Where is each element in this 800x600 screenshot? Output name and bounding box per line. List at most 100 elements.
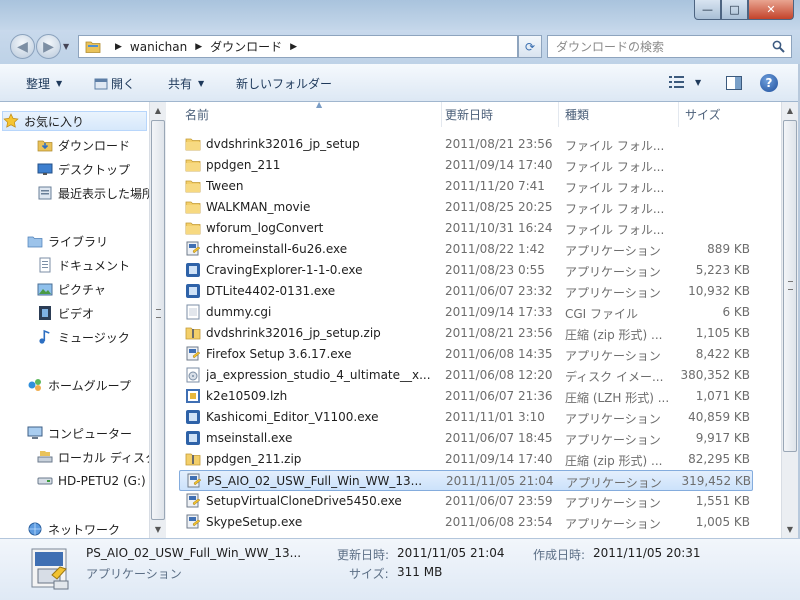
nav-desktop[interactable]: デスクトップ bbox=[37, 159, 130, 179]
file-row[interactable]: PS_AIO_02_USW_Full_Win_WW_13... 2011/11/0… bbox=[179, 470, 753, 491]
homegroup-icon bbox=[27, 377, 43, 393]
file-row[interactable]: CravingExplorer-1-1-0.exe 2011/08/23 0:55… bbox=[179, 260, 753, 281]
file-type: アプリケーション bbox=[565, 265, 661, 279]
file-row[interactable]: ppdgen_211 2011/09/14 17:40 ファイル フォル... bbox=[179, 155, 753, 176]
recent-pages-dropdown[interactable]: ▼ bbox=[63, 42, 69, 51]
file-list-scrollbar[interactable]: ▲ ▼ bbox=[781, 102, 798, 538]
scroll-down-arrow-icon[interactable]: ▼ bbox=[150, 521, 166, 538]
file-type: 圧縮 (LZH 形式) ... bbox=[565, 391, 670, 405]
nav-pictures[interactable]: ピクチャ bbox=[37, 279, 106, 299]
scroll-thumb[interactable] bbox=[783, 120, 797, 452]
file-row[interactable]: dvdshrink32016_jp_setup.zip 2011/08/21 23… bbox=[179, 323, 753, 344]
file-row[interactable]: SkypeSetup.exe 2011/06/08 23:54 アプリケーション 1,… bbox=[179, 512, 753, 533]
file-row[interactable]: ppdgen_211.zip 2011/09/14 17:40 圧縮 (zip 形式… bbox=[179, 449, 753, 470]
file-row[interactable]: k2e10509.lzh 2011/06/07 21:36 圧縮 (LZH 形式) … bbox=[179, 386, 753, 407]
file-size: 10,932 KB bbox=[688, 284, 750, 298]
nav-favorites[interactable]: お気に入り bbox=[2, 111, 147, 131]
file-date: 2011/06/07 18:45 bbox=[445, 431, 553, 445]
file-row[interactable]: SetupVirtualCloneDrive5450.exe 2011/06/07… bbox=[179, 491, 753, 512]
file-name: Kashicomi_Editor_V1100.exe bbox=[206, 410, 379, 424]
address-bar[interactable]: ▶ wanichan ▶ ダウンロード ▶ bbox=[78, 35, 518, 58]
minimize-button[interactable]: — bbox=[694, 0, 721, 20]
refresh-button[interactable]: ⟳ bbox=[518, 35, 542, 58]
network-icon bbox=[27, 521, 43, 537]
file-row[interactable]: Tween 2011/11/20 7:41 ファイル フォル... bbox=[179, 176, 753, 197]
breadcrumb-wanichan[interactable]: wanichan bbox=[130, 40, 187, 54]
open-button[interactable]: 開く bbox=[94, 75, 135, 92]
details-file-type: アプリケーション bbox=[86, 567, 182, 581]
nav-homegroup[interactable]: ホームグループ bbox=[27, 375, 131, 395]
column-header-date[interactable]: 更新日時 bbox=[439, 102, 559, 127]
forward-button[interactable]: ▶ bbox=[36, 34, 61, 59]
nav-documents[interactable]: ドキュメント bbox=[37, 255, 130, 275]
breadcrumb-separator[interactable]: ▶ bbox=[290, 42, 297, 52]
refresh-icon: ⟳ bbox=[524, 39, 536, 54]
breadcrumb-separator[interactable]: ▶ bbox=[195, 42, 202, 52]
file-date: 2011/08/21 23:56 bbox=[445, 326, 553, 340]
file-size: 82,295 KB bbox=[688, 452, 750, 466]
scroll-down-arrow-icon[interactable]: ▼ bbox=[782, 521, 798, 538]
file-size: 5,223 KB bbox=[695, 263, 750, 277]
file-type: アプリケーション bbox=[565, 517, 661, 531]
chevron-down-icon: ▼ bbox=[56, 79, 63, 88]
file-type: ファイル フォル... bbox=[565, 181, 665, 195]
file-row[interactable]: dvdshrink32016_jp_setup 2011/08/21 23:56 フ… bbox=[179, 134, 753, 155]
column-header-name[interactable]: 名前 ▲ bbox=[179, 102, 442, 127]
nav-label: ライブラリ bbox=[48, 234, 109, 249]
column-header-size[interactable]: サイズ bbox=[679, 102, 781, 127]
scroll-up-arrow-icon[interactable]: ▲ bbox=[782, 102, 798, 119]
file-name: ja_expression_studio_4_ultimate__x... bbox=[206, 368, 431, 382]
maximize-button[interactable]: □ bbox=[721, 0, 748, 20]
nav-downloads[interactable]: ダウンロード bbox=[37, 135, 130, 155]
file-name: SkypeSetup.exe bbox=[206, 515, 303, 529]
file-row[interactable]: chromeinstall-6u26.exe 2011/08/22 1:42 アプリ… bbox=[179, 239, 753, 260]
address-row: ◀ ▶ ▼ ▶ wanichan ▶ ダウンロード ▶ ⟳ ダウンロードの検索 bbox=[0, 30, 800, 64]
file-name: ppdgen_211 bbox=[206, 158, 281, 172]
file-name: ppdgen_211.zip bbox=[206, 452, 302, 466]
scroll-thumb[interactable] bbox=[151, 120, 165, 520]
nav-videos[interactable]: ビデオ bbox=[37, 303, 94, 323]
help-button[interactable]: ? bbox=[760, 74, 778, 92]
file-row[interactable]: dummy.cgi 2011/09/14 17:33 CGI ファイル 6 KB bbox=[179, 302, 753, 323]
local-disk-icon bbox=[37, 449, 53, 465]
details-size-value: 311 MB bbox=[397, 565, 443, 579]
nav-local-disk[interactable]: ローカル ディスク bbox=[37, 447, 149, 467]
nav-computer[interactable]: コンピューター bbox=[27, 423, 132, 443]
nav-music[interactable]: ミュージック bbox=[37, 327, 130, 347]
file-name: mseinstall.exe bbox=[206, 431, 293, 445]
nav-label: コンピューター bbox=[48, 426, 133, 441]
file-row[interactable]: mseinstall.exe 2011/06/07 18:45 アプリケーション 9,… bbox=[179, 428, 753, 449]
nav-scrollbar[interactable]: ▲ ▼ bbox=[149, 102, 166, 538]
nav-network[interactable]: ネットワーク bbox=[27, 519, 120, 538]
file-row[interactable]: wforum_logConvert 2011/10/31 16:24 ファイル フォ… bbox=[179, 218, 753, 239]
change-view-button[interactable]: ▼ bbox=[669, 75, 701, 89]
installer-icon bbox=[185, 241, 201, 257]
file-row[interactable]: Kashicomi_Editor_V1100.exe 2011/11/01 3:1… bbox=[179, 407, 753, 428]
close-button[interactable]: ✕ bbox=[748, 0, 794, 20]
file-name: SetupVirtualCloneDrive5450.exe bbox=[206, 494, 402, 508]
nav-recent-places[interactable]: 最近表示した場所 bbox=[37, 183, 149, 203]
share-button[interactable]: 共有 ▼ bbox=[168, 75, 204, 92]
new-folder-button[interactable]: 新しいフォルダー bbox=[236, 75, 332, 92]
column-header-type[interactable]: 種類 bbox=[559, 102, 679, 127]
file-name: PS_AIO_02_USW_Full_Win_WW_13... bbox=[207, 474, 423, 488]
file-row[interactable]: WALKMAN_movie 2011/08/25 20:25 ファイル フォル... bbox=[179, 197, 753, 218]
file-row[interactable]: ja_expression_studio_4_ultimate__x... 201… bbox=[179, 365, 753, 386]
file-name: Firefox Setup 3.6.17.exe bbox=[206, 347, 352, 361]
scroll-up-arrow-icon[interactable]: ▲ bbox=[150, 102, 166, 119]
search-input[interactable]: ダウンロードの検索 bbox=[547, 35, 792, 58]
file-row[interactable]: Firefox Setup 3.6.17.exe 2011/06/08 14:35… bbox=[179, 344, 753, 365]
nav-libraries[interactable]: ライブラリ bbox=[27, 231, 108, 251]
open-label: 開く bbox=[111, 77, 136, 91]
nav-external-drive[interactable]: HD-PETU2 (G:) bbox=[37, 471, 146, 491]
file-row[interactable]: DTLite4402-0131.exe 2011/06/07 23:32 アプリケー… bbox=[179, 281, 753, 302]
preview-pane-button[interactable] bbox=[726, 76, 742, 90]
file-type: ファイル フォル... bbox=[565, 160, 665, 174]
file-type: ファイル フォル... bbox=[565, 223, 665, 237]
breadcrumb-downloads[interactable]: ダウンロード bbox=[210, 38, 282, 55]
file-date: 2011/06/07 23:32 bbox=[445, 284, 553, 298]
back-button[interactable]: ◀ bbox=[10, 34, 35, 59]
organize-button[interactable]: 整理 ▼ bbox=[26, 75, 62, 92]
breadcrumb-separator[interactable]: ▶ bbox=[115, 42, 122, 52]
file-name: k2e10509.lzh bbox=[206, 389, 288, 403]
